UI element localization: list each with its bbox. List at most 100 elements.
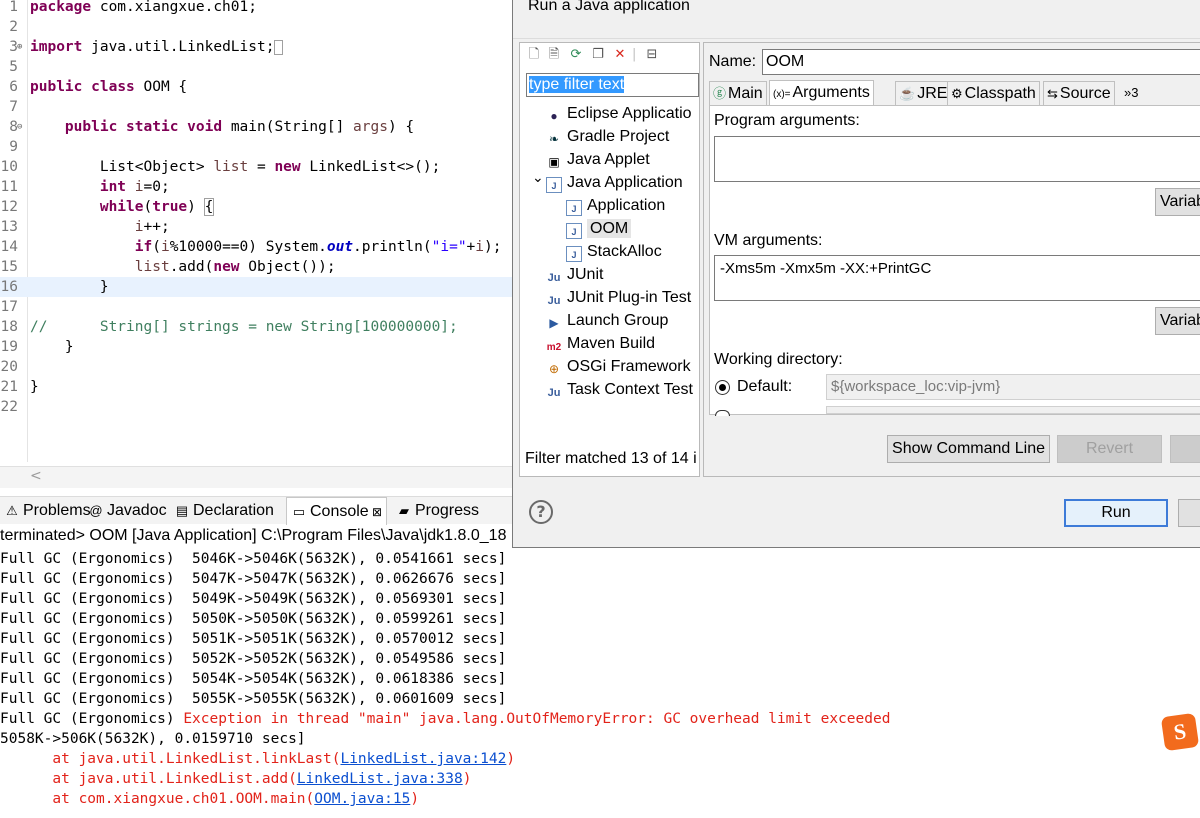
code-line[interactable]: 3 ⊕ import java.util.LinkedList; bbox=[0, 37, 512, 57]
editor-horizontal-scrollbar[interactable]: < bbox=[0, 466, 512, 488]
tab-arguments[interactable]: (x)= Arguments bbox=[769, 80, 874, 106]
tree-item-task-context-test[interactable]: Ju Task Context Test bbox=[546, 378, 693, 401]
code-line[interactable]: 8 ⊖ public static void main(String[] args… bbox=[0, 117, 512, 137]
collapse-all-icon[interactable]: ⊟ bbox=[644, 47, 660, 63]
program-args-label: Program arguments: bbox=[714, 112, 860, 129]
code-line[interactable]: 11 int i=0; bbox=[0, 177, 512, 197]
default-dir-radio[interactable] bbox=[715, 380, 730, 395]
view-tab-console[interactable]: ▭ Console ⊠ bbox=[286, 497, 388, 525]
new-prototype-icon[interactable]: 🗎 bbox=[546, 47, 562, 63]
view-tab-javadoc[interactable]: @ Javadoc bbox=[88, 497, 166, 525]
console-output[interactable]: Full GC (Ergonomics) 5046K->5046K(5632K)… bbox=[0, 549, 1150, 809]
tree-item-label: Eclipse Applicatio bbox=[567, 105, 692, 122]
tree-item-stackalloc[interactable]: J StackAlloc bbox=[566, 240, 662, 263]
code-line[interactable]: 13 i++; bbox=[0, 217, 512, 237]
close-icon[interactable]: ⊠ bbox=[369, 505, 382, 519]
tab-main[interactable]: ⓖ Main bbox=[709, 81, 767, 105]
launch-type-icon: ⊕ bbox=[548, 362, 560, 376]
code-line[interactable]: 1 package com.xiangxue.ch01; bbox=[0, 0, 512, 17]
tree-item-label: Java Applet bbox=[567, 151, 650, 168]
code-line[interactable]: 15 list.add(new Object()); bbox=[0, 257, 512, 277]
views-tab-bar: ⚠ Problems @ Javadoc ▤ Declaration ▭ Console ⊠ ▰… bbox=[0, 496, 520, 525]
tree-item-java-application[interactable]: ⌄ J Java Application bbox=[532, 169, 683, 194]
code-line[interactable]: 18 // String[] strings = new String[10000… bbox=[0, 317, 512, 337]
config-name-input[interactable]: OOM bbox=[762, 49, 1200, 75]
code-line[interactable]: 5 bbox=[0, 57, 512, 77]
program-variables-button[interactable]: Variab bbox=[1155, 188, 1200, 216]
run-configurations-dialog: Run a Java application 🗋 🗎 ⟳ ❐ ✕ | ⊟ typ… bbox=[512, 0, 1200, 548]
view-tab-progress[interactable]: ▰ Progress bbox=[396, 497, 479, 525]
code-text: List<Object> list = new LinkedList<>(); bbox=[30, 159, 441, 175]
tab-classpath[interactable]: ⚙ Classpath bbox=[947, 81, 1040, 105]
apply-button[interactable] bbox=[1170, 435, 1200, 463]
other-dir-radio[interactable] bbox=[715, 410, 730, 416]
code-line[interactable]: 20 bbox=[0, 357, 512, 377]
tab-jre[interactable]: ☕ JRE bbox=[895, 81, 952, 105]
expand-fold-icon[interactable]: ⊕ bbox=[17, 37, 22, 57]
sogou-ime-icon[interactable]: S bbox=[1160, 712, 1200, 752]
run-button[interactable]: Run bbox=[1064, 499, 1168, 527]
stack-frame-link[interactable]: LinkedList.java:142 bbox=[340, 751, 506, 767]
tree-item-eclipse-applicatio[interactable]: ● Eclipse Applicatio bbox=[546, 102, 692, 125]
code-line[interactable]: 21} bbox=[0, 377, 512, 397]
line-number: 21 bbox=[0, 379, 18, 395]
tab-label: Classpath bbox=[964, 85, 1036, 102]
new-config-icon[interactable]: 🗋 bbox=[526, 47, 542, 63]
tree-item-launch-group[interactable]: ▶ Launch Group bbox=[546, 309, 668, 332]
vm-variables-button[interactable]: Variab bbox=[1155, 307, 1200, 335]
tree-item-maven-build[interactable]: m2 Maven Build bbox=[546, 332, 655, 355]
help-icon[interactable]: ? bbox=[529, 500, 553, 524]
code-line[interactable]: 10 List<Object> list = new LinkedList<>(… bbox=[0, 157, 512, 177]
show-command-line-button[interactable]: Show Command Line bbox=[887, 435, 1050, 463]
chevron-down-icon[interactable]: ⌄ bbox=[532, 166, 544, 189]
line-number: 22 bbox=[0, 399, 18, 415]
filter-input[interactable]: type filter text bbox=[526, 73, 699, 97]
tree-item-gradle-project[interactable]: ❧ Gradle Project bbox=[546, 125, 669, 148]
tree-item-junit-plug-in-test[interactable]: Ju JUnit Plug-in Test bbox=[546, 286, 692, 309]
revert-button[interactable]: Revert bbox=[1057, 435, 1162, 463]
duplicate-config-icon[interactable]: ❐ bbox=[590, 47, 606, 63]
code-line[interactable]: 12 while(true) { bbox=[0, 197, 512, 217]
code-line[interactable]: 16 } bbox=[0, 277, 512, 297]
launch-type-icon: Ju bbox=[547, 387, 561, 399]
view-tab-label: Declaration bbox=[193, 502, 274, 519]
tab-label: Source bbox=[1059, 85, 1111, 102]
stack-frame-link[interactable]: LinkedList.java:338 bbox=[297, 771, 463, 787]
close-button[interactable] bbox=[1178, 499, 1200, 527]
tree-item-application[interactable]: J Application bbox=[566, 194, 665, 217]
code-line[interactable]: 2 bbox=[0, 17, 512, 37]
view-tab-problems[interactable]: ⚠ Problems bbox=[4, 497, 90, 525]
launch-config-toolbar: 🗋 🗎 ⟳ ❐ ✕ | ⊟ bbox=[520, 43, 699, 69]
code-line[interactable]: 6 public class OOM { bbox=[0, 77, 512, 97]
filter-status: Filter matched 13 of 14 i bbox=[525, 450, 697, 467]
console-line: 5058K->506K(5632K), 0.0159710 secs] bbox=[0, 731, 306, 747]
scroll-left-arrow-icon[interactable]: < bbox=[30, 468, 42, 484]
view-tab-declaration[interactable]: ▤ Declaration bbox=[174, 497, 274, 525]
code-line[interactable]: 19 } bbox=[0, 337, 512, 357]
program-args-textarea[interactable] bbox=[714, 136, 1200, 182]
code-text: if(i%10000==0) System.out.println("i="+i… bbox=[134, 239, 502, 255]
tab-3[interactable]: »3 bbox=[1121, 81, 1141, 105]
code-editor[interactable]: 1 package com.xiangxue.ch01; 2 3 ⊕ import jav… bbox=[0, 0, 512, 490]
delete-config-icon[interactable]: ✕ bbox=[612, 47, 628, 63]
code-line[interactable]: 17 bbox=[0, 297, 512, 317]
export-config-icon[interactable]: ⟳ bbox=[568, 47, 584, 63]
vm-args-textarea[interactable]: -Xms5m -Xmx5m -XX:+PrintGC bbox=[714, 255, 1200, 301]
stack-trace-line: at com.xiangxue.ch01.OOM.main(OOM.java:1… bbox=[0, 789, 1150, 809]
code-line[interactable]: 14 if(i%10000==0) System.out.println("i=… bbox=[0, 237, 512, 257]
view-tab-label: Console bbox=[310, 503, 369, 520]
tab-source[interactable]: ⇆ Source bbox=[1043, 81, 1115, 105]
stack-frame-link[interactable]: OOM.java:15 bbox=[314, 791, 410, 807]
tree-item-osgi-framework[interactable]: ⊕ OSGi Framework bbox=[546, 355, 691, 378]
tree-item-oom[interactable]: J OOM bbox=[566, 217, 632, 240]
dialog-title: Run a Java application bbox=[528, 0, 690, 14]
code-line[interactable]: 7 bbox=[0, 97, 512, 117]
code-line[interactable]: 9 bbox=[0, 137, 512, 157]
code-line[interactable]: 22 bbox=[0, 397, 512, 417]
progress-icon: ▰ bbox=[399, 503, 409, 518]
tree-item-label: Launch Group bbox=[567, 312, 669, 329]
tree-item-java-applet[interactable]: ▣ Java Applet bbox=[546, 148, 650, 171]
collapse-fold-icon[interactable]: ⊖ bbox=[17, 117, 22, 137]
toolbar-divider: | bbox=[632, 47, 637, 62]
tree-item-junit[interactable]: Ju JUnit bbox=[546, 263, 604, 286]
